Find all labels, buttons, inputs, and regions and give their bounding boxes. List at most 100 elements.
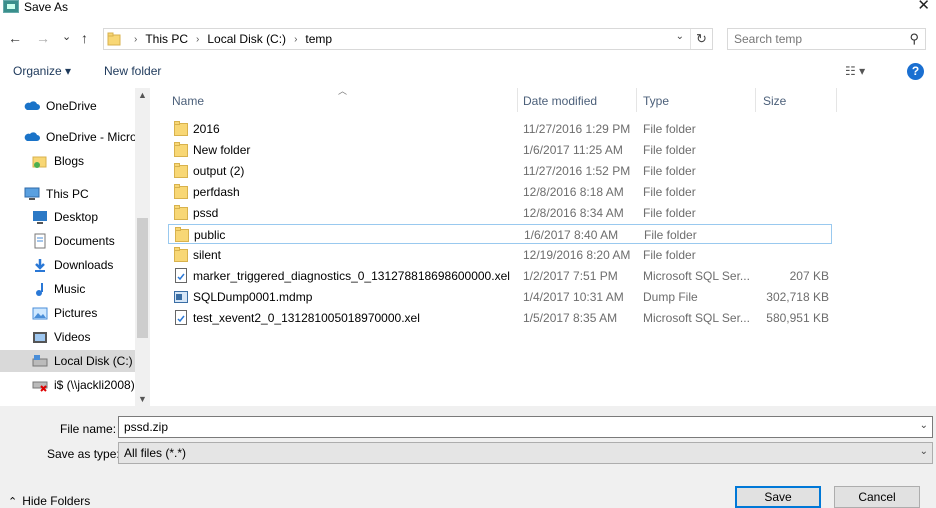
scroll-up-icon[interactable]: ▲ [138, 90, 147, 100]
search-box[interactable]: Search temp ⚲ [727, 28, 926, 50]
organize-button[interactable]: Organize ▾ [13, 64, 71, 78]
file-row[interactable]: pssd 12/8/2016 8:34 AM File folder [168, 203, 832, 223]
column-divider[interactable] [636, 88, 637, 112]
save-as-type-select[interactable]: All files (*.*) ⌄ [118, 442, 933, 464]
file-date: 1/5/2017 8:35 AM [523, 311, 618, 325]
nav-item[interactable]: OneDrive [0, 95, 136, 117]
file-row[interactable]: perfdash 12/8/2016 8:18 AM File folder [168, 182, 832, 202]
nav-item-label: Pictures [54, 306, 98, 320]
folder-icon [174, 142, 188, 157]
column-header-date[interactable]: Date modified [523, 94, 597, 108]
column-divider[interactable] [517, 88, 518, 112]
file-type: File folder [643, 122, 696, 136]
file-row[interactable]: SQLDump0001.mdmp 1/4/2017 10:31 AM Dump Fi… [168, 287, 832, 307]
breadcrumb-separator-icon[interactable]: › [294, 34, 297, 45]
file-name: SQLDump0001.mdmp [193, 290, 313, 304]
navigation-scrollbar[interactable]: ▲ ▼ [135, 88, 150, 406]
file-row[interactable]: marker_triggered_diagnostics_0_131278818… [168, 266, 832, 286]
file-size: 302,718 KB [766, 290, 829, 304]
navigation-pane: OneDrive OneDrive - Micros Blogs This PC Des… [0, 88, 150, 406]
app-icon [3, 0, 19, 13]
back-arrow-icon[interactable]: ← [8, 30, 22, 46]
breadcrumb-separator-icon[interactable]: › [134, 34, 137, 45]
filename-field[interactable]: pssd.zip ⌄ [118, 416, 933, 438]
nav-item-label: OneDrive [46, 99, 97, 113]
xel-file-icon [174, 310, 188, 325]
up-arrow-icon[interactable]: ↑ [81, 30, 88, 46]
cancel-button[interactable]: Cancel [834, 486, 920, 508]
breadcrumb-item[interactable]: Local Disk (C:) [207, 32, 286, 46]
new-folder-button[interactable]: New folder [104, 64, 161, 78]
search-icon[interactable]: ⚲ [909, 31, 919, 47]
nav-item[interactable]: Blogs [0, 150, 136, 172]
folder-icon [174, 163, 188, 178]
column-header-size[interactable]: Size [763, 94, 786, 108]
breadcrumb-item[interactable]: This PC [145, 32, 188, 46]
file-type: File folder [643, 164, 696, 178]
refresh-icon[interactable]: ↻ [690, 29, 712, 49]
filename-value[interactable]: pssd.zip [124, 420, 168, 434]
file-name: test_xevent2_0_131281005018970000.xel [193, 311, 420, 325]
xel-file-icon [174, 268, 188, 283]
nav-item[interactable]: i$ (\\jackli2008) ( [0, 374, 136, 396]
column-header-type[interactable]: Type [643, 94, 669, 108]
save-as-type-value[interactable]: All files (*.*) [124, 446, 186, 460]
nav-item-label: OneDrive - Micros [46, 130, 136, 144]
nav-item-label: Local Disk (C:) [54, 354, 133, 368]
file-type: File folder [643, 185, 696, 199]
nav-item[interactable]: Music [0, 278, 136, 300]
folder-sync-icon [32, 153, 48, 169]
recent-locations-chevron-icon[interactable]: ⌄ [62, 29, 71, 45]
nav-item[interactable]: Desktop [0, 206, 136, 228]
column-divider[interactable] [836, 88, 837, 112]
nav-item[interactable]: Documents [0, 230, 136, 252]
hide-folders-toggle[interactable]: ⌃ Hide Folders [8, 494, 90, 508]
search-input[interactable]: Search temp [734, 32, 802, 46]
file-row[interactable]: silent 12/19/2016 8:20 AM File folder [168, 245, 832, 265]
file-row[interactable]: New folder 1/6/2017 11:25 AM File folder [168, 140, 832, 160]
forward-arrow-icon[interactable]: → [36, 30, 50, 46]
title-bar: Save As ✕ [0, 0, 936, 15]
folder-icon [174, 121, 188, 136]
collapse-chevron-icon: ⌃ [8, 496, 18, 508]
nav-item[interactable]: This PC [0, 183, 136, 205]
close-icon[interactable]: ✕ [917, 0, 930, 14]
drive-icon [32, 353, 48, 369]
filename-dropdown-icon[interactable]: ⌄ [920, 420, 928, 431]
network-drive-icon [32, 377, 48, 393]
file-type: Microsoft SQL Ser... [643, 311, 750, 325]
column-divider[interactable] [755, 88, 756, 112]
file-row[interactable]: output (2) 11/27/2016 1:52 PM File folder [168, 161, 832, 181]
address-bar[interactable]: › This PC › Local Disk (C:) › temp ⌄ ↻ [103, 28, 713, 50]
nav-item[interactable]: OneDrive - Micros [0, 126, 136, 148]
file-name: 2016 [193, 122, 220, 136]
breadcrumb-item[interactable]: temp [305, 32, 332, 46]
breadcrumb: › This PC › Local Disk (C:) › temp [126, 29, 332, 49]
computer-icon [24, 186, 40, 202]
cloud-icon [24, 98, 40, 114]
file-row[interactable]: 2016 11/27/2016 1:29 PM File folder [168, 119, 832, 139]
file-row[interactable]: public 1/6/2017 8:40 AM File folder [168, 224, 832, 244]
file-size: 580,951 KB [766, 311, 829, 325]
address-dropdown-icon[interactable]: ⌄ [676, 31, 684, 42]
column-header-name[interactable]: Name [172, 94, 204, 108]
breadcrumb-separator-icon[interactable]: › [196, 34, 199, 45]
nav-item[interactable]: Videos [0, 326, 136, 348]
scrollbar-thumb[interactable] [137, 218, 148, 338]
nav-item-label: Blogs [54, 154, 85, 168]
file-date: 1/4/2017 10:31 AM [523, 290, 624, 304]
nav-item[interactable]: Pictures [0, 302, 136, 324]
file-name: pssd [193, 206, 219, 220]
file-name: silent [193, 248, 222, 262]
folder-location-icon [107, 32, 121, 46]
nav-item[interactable]: Downloads [0, 254, 136, 276]
file-row[interactable]: test_xevent2_0_131281005018970000.xel 1/5… [168, 308, 832, 328]
file-type: Dump File [643, 290, 698, 304]
help-icon[interactable]: ? [907, 63, 924, 80]
scroll-down-icon[interactable]: ▼ [138, 394, 147, 404]
save-as-type-dropdown-icon[interactable]: ⌄ [920, 446, 928, 457]
nav-item[interactable]: Local Disk (C:) [0, 350, 136, 372]
folder-icon [174, 247, 188, 262]
save-button[interactable]: Save [735, 486, 821, 508]
view-options-icon[interactable]: ☷ ▾ [845, 64, 865, 78]
